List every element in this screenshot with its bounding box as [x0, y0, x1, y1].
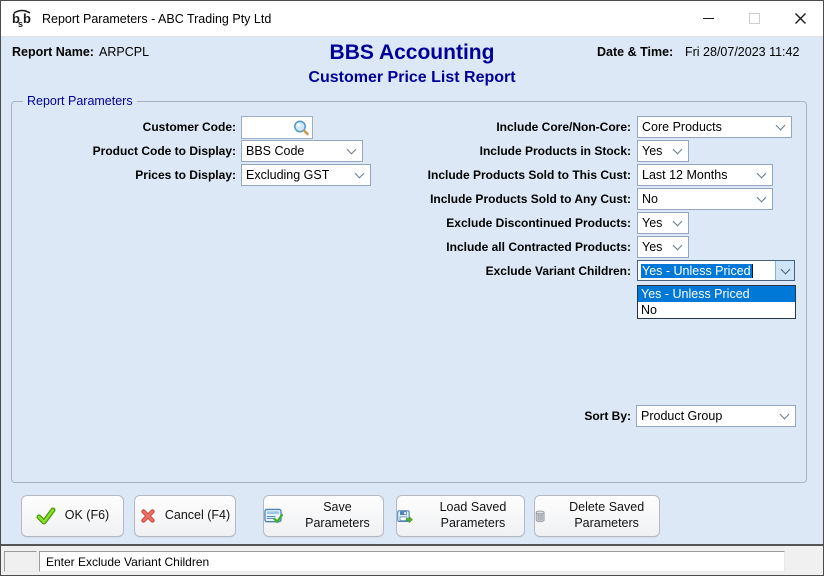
- include-core-label: Include Core/Non-Core:: [331, 116, 631, 138]
- exclude-discontinued-label: Exclude Discontinued Products:: [331, 212, 631, 234]
- chevron-down-icon: [780, 264, 790, 274]
- sold-any-cust-select[interactable]: No: [637, 188, 773, 210]
- minimize-icon: [703, 18, 714, 19]
- status-left-panel: [4, 551, 37, 572]
- page-title: Customer Price List Report: [1, 69, 823, 87]
- close-icon: [794, 12, 807, 25]
- cancel-button[interactable]: Cancel (F4): [134, 495, 236, 537]
- combobox-dropdown-list: Yes - Unless Priced No: [637, 285, 796, 319]
- save-parameters-button[interactable]: Save Parameters: [263, 495, 384, 537]
- customer-code-input[interactable]: [241, 116, 313, 139]
- ok-button[interactable]: OK (F6): [21, 495, 124, 537]
- variant-children-label: Exclude Variant Children:: [331, 260, 631, 282]
- dropdown-option-no[interactable]: No: [638, 302, 795, 318]
- app-logo-icon: b s b: [10, 8, 34, 30]
- sold-any-cust-label: Include Products Sold to Any Cust:: [331, 188, 631, 210]
- load-icon: [397, 508, 413, 525]
- chevron-down-icon: [780, 409, 790, 419]
- close-button[interactable]: [777, 1, 823, 37]
- in-stock-select[interactable]: Yes: [637, 140, 689, 162]
- cross-icon: [140, 508, 156, 524]
- prices-label: Prices to Display:: [41, 164, 236, 186]
- load-saved-parameters-button[interactable]: Load Saved Parameters: [396, 495, 525, 537]
- contracted-label: Include all Contracted Products:: [331, 236, 631, 258]
- chevron-down-icon: [757, 192, 767, 202]
- maximize-icon: [749, 13, 760, 24]
- combobox-dropdown-button[interactable]: [775, 261, 794, 280]
- text-caret: [752, 264, 753, 278]
- datetime-label: Date & Time:: [597, 45, 673, 59]
- chevron-down-icon: [673, 240, 683, 250]
- save-icon: [264, 508, 283, 525]
- chevron-down-icon: [757, 168, 767, 178]
- contracted-select[interactable]: Yes: [637, 236, 689, 258]
- sold-this-cust-select[interactable]: Last 12 Months: [637, 164, 773, 186]
- product-code-label: Product Code to Display:: [41, 140, 236, 162]
- combobox-selected-text: Yes - Unless Priced: [638, 261, 775, 280]
- exclude-variant-children-combobox[interactable]: Yes - Unless Priced: [637, 260, 795, 281]
- maximize-button: [731, 1, 777, 37]
- group-label: Report Parameters: [23, 94, 137, 108]
- dropdown-option-yes-unless-priced[interactable]: Yes - Unless Priced: [638, 286, 795, 302]
- chevron-down-icon: [673, 144, 683, 154]
- chevron-down-icon: [673, 216, 683, 226]
- status-bar: Enter Exclude Variant Children: [1, 544, 823, 575]
- include-core-select[interactable]: Core Products: [637, 116, 792, 138]
- datetime-value: Fri 28/07/2023 11:42: [685, 45, 799, 59]
- chevron-down-icon: [776, 120, 786, 130]
- status-text: Enter Exclude Variant Children: [39, 551, 785, 572]
- delete-saved-parameters-button[interactable]: Delete Saved Parameters: [534, 495, 660, 537]
- search-icon[interactable]: [292, 119, 311, 136]
- minimize-button[interactable]: [685, 1, 731, 37]
- window-controls: [685, 1, 823, 37]
- svg-text:b: b: [23, 11, 31, 26]
- exclude-discontinued-select[interactable]: Yes: [637, 212, 689, 234]
- sold-this-cust-label: Include Products Sold to This Cust:: [331, 164, 631, 186]
- report-parameters-window: b s b Report Parameters - ABC Trading Pt…: [0, 0, 824, 576]
- trash-icon: [535, 508, 545, 525]
- sort-by-select[interactable]: Product Group: [636, 405, 796, 427]
- sort-by-label: Sort By:: [431, 405, 631, 427]
- check-icon: [36, 507, 56, 525]
- customer-code-label: Customer Code:: [41, 116, 236, 138]
- window-title: Report Parameters - ABC Trading Pty Ltd: [42, 12, 271, 26]
- in-stock-label: Include Products in Stock:: [331, 140, 631, 162]
- title-bar: b s b Report Parameters - ABC Trading Pt…: [1, 1, 823, 37]
